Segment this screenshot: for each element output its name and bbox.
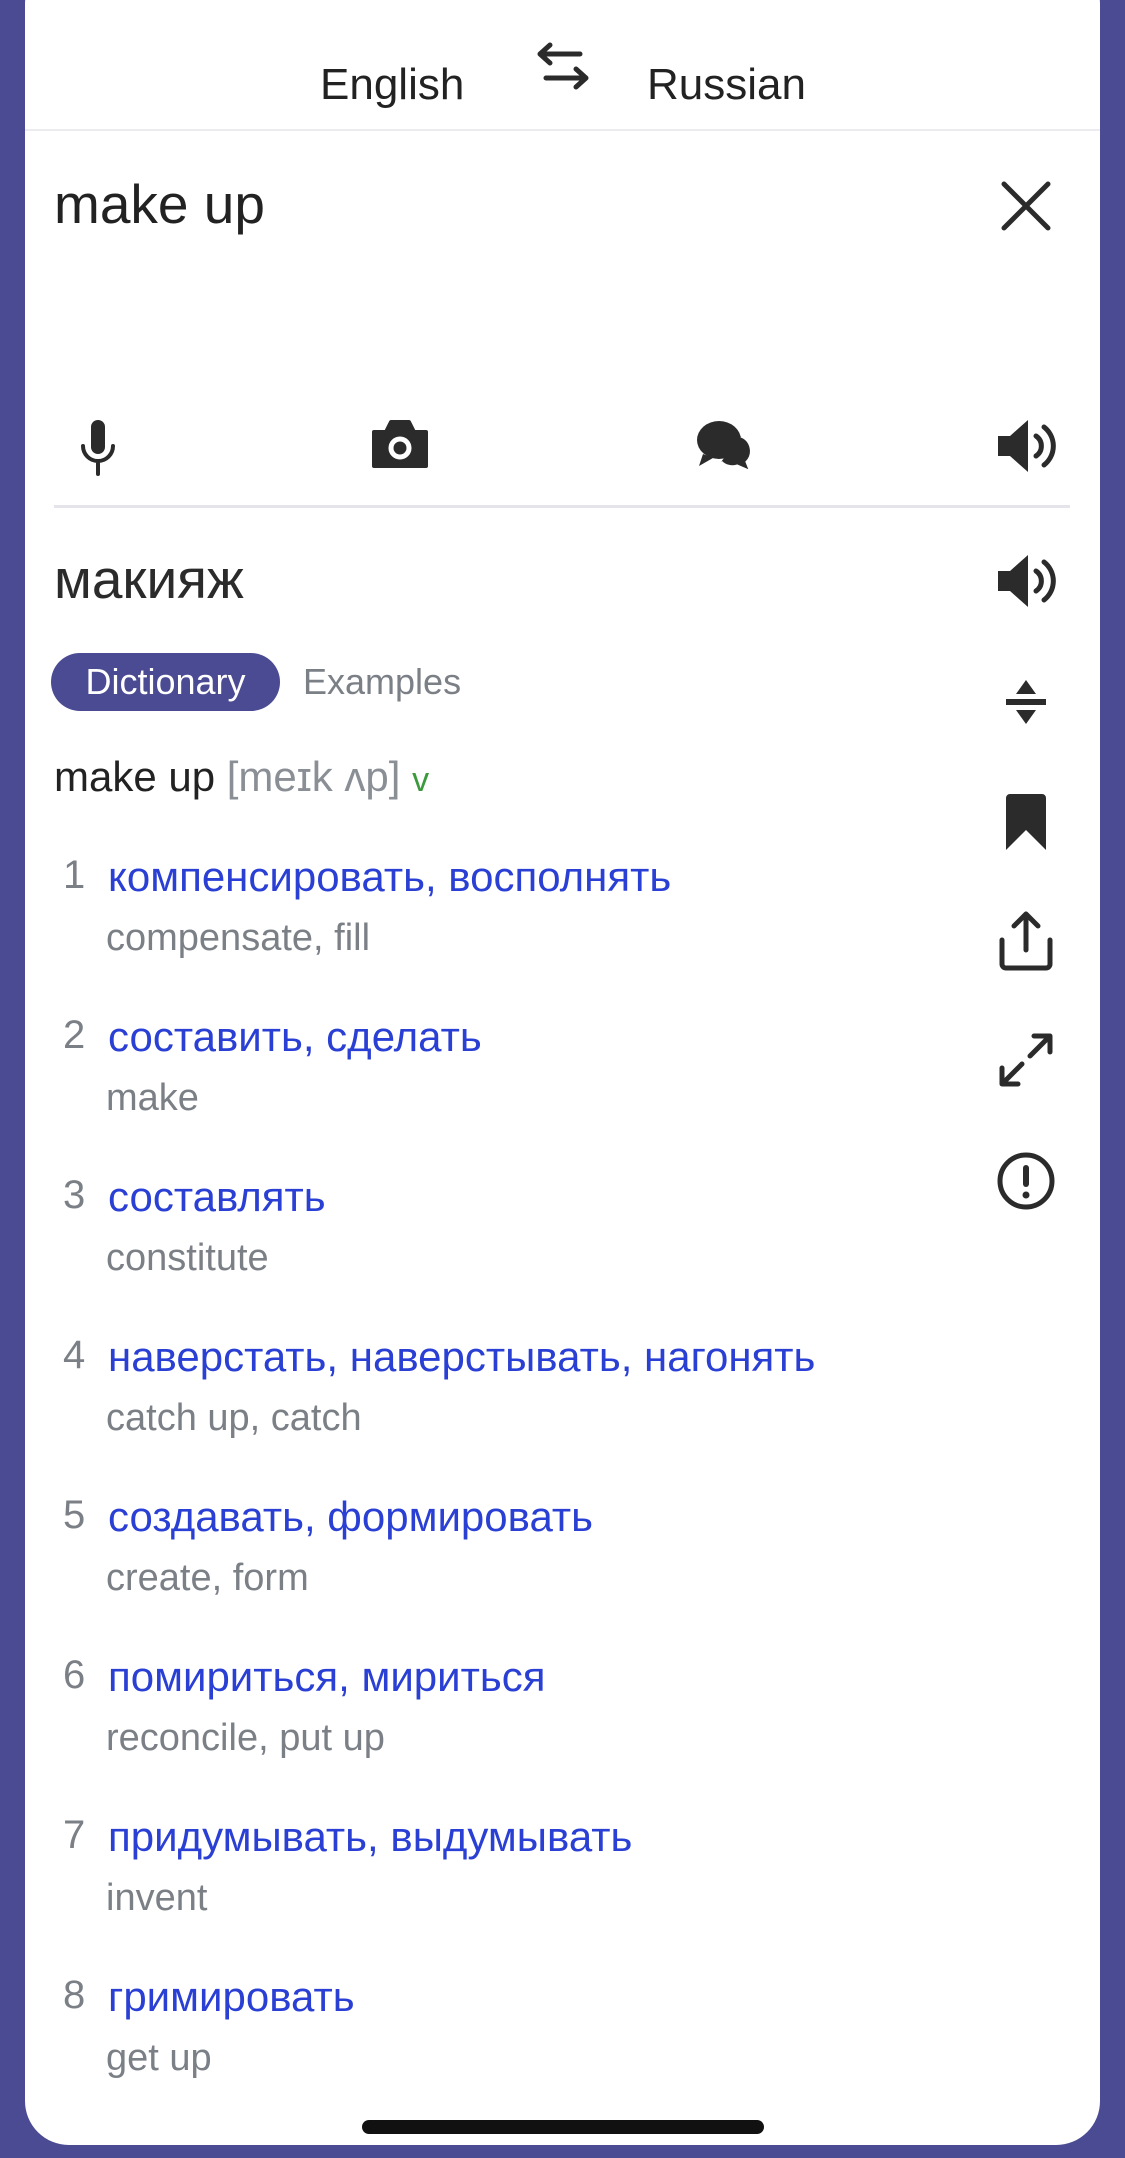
entry-translation-link[interactable]: помириться, мириться xyxy=(108,1653,545,1701)
source-text-input[interactable]: make up xyxy=(54,172,265,236)
entry-translation-link[interactable]: наверстать, наверстывать, нагонять xyxy=(108,1333,815,1381)
entry-translation-link[interactable]: придумывать, выдумывать xyxy=(108,1813,632,1861)
home-indicator[interactable] xyxy=(362,2120,764,2134)
entry-number: 5 xyxy=(63,1493,86,1537)
source-language-button[interactable]: English xyxy=(320,40,464,130)
speaker-icon[interactable] xyxy=(996,553,1058,614)
report-icon[interactable] xyxy=(996,1151,1056,1216)
microphone-icon[interactable] xyxy=(78,418,118,481)
camera-icon[interactable] xyxy=(370,420,430,475)
swap-arrows-icon[interactable] xyxy=(532,40,594,99)
header-divider xyxy=(25,129,1100,131)
dictionary-headword: make up [meɪk ʌp] v xyxy=(54,753,429,801)
entry-synonyms: create, form xyxy=(106,1557,309,1599)
collapse-icon[interactable] xyxy=(1004,678,1048,731)
dialog-icon[interactable] xyxy=(693,418,757,479)
entry-number: 7 xyxy=(63,1813,86,1857)
translation-text: макияж xyxy=(54,548,244,610)
transcription: [meɪk ʌp] xyxy=(226,753,401,800)
entry-number: 2 xyxy=(63,1013,86,1057)
tab-examples[interactable]: Examples xyxy=(303,653,461,711)
entry-translation-link[interactable]: гримировать xyxy=(108,1973,355,2021)
entry-synonyms: catch up, catch xyxy=(106,1397,362,1439)
entry-synonyms: make xyxy=(106,1077,199,1119)
entry-number: 1 xyxy=(63,853,86,897)
entry-number: 8 xyxy=(63,1973,86,2017)
entry-synonyms: invent xyxy=(106,1877,208,1919)
entry-translation-link[interactable]: составлять xyxy=(108,1173,326,1221)
headword: make up xyxy=(54,753,216,800)
entry-translation-link[interactable]: составить, сделать xyxy=(108,1013,482,1061)
entry-synonyms: compensate, fill xyxy=(106,917,371,959)
speaker-icon[interactable] xyxy=(996,418,1058,479)
entry-synonyms: reconcile, put up xyxy=(106,1717,385,1759)
entry-number: 4 xyxy=(63,1333,86,1377)
expand-icon[interactable] xyxy=(998,1032,1054,1093)
entry-translation-link[interactable]: компенсировать, восполнять xyxy=(108,853,671,901)
entry-number: 6 xyxy=(63,1653,86,1697)
part-of-speech: v xyxy=(412,761,430,799)
entry-synonyms: constitute xyxy=(106,1237,269,1279)
entry-synonyms: get up xyxy=(106,2037,212,2079)
bookmark-icon[interactable] xyxy=(1004,792,1048,857)
target-language-button[interactable]: Russian xyxy=(647,40,806,130)
share-icon[interactable] xyxy=(998,910,1054,977)
entry-number: 3 xyxy=(63,1173,86,1217)
toolbar-divider xyxy=(54,505,1070,508)
close-icon[interactable] xyxy=(1000,180,1052,237)
entry-translation-link[interactable]: создавать, формировать xyxy=(108,1493,593,1541)
tab-dictionary[interactable]: Dictionary xyxy=(51,653,280,711)
